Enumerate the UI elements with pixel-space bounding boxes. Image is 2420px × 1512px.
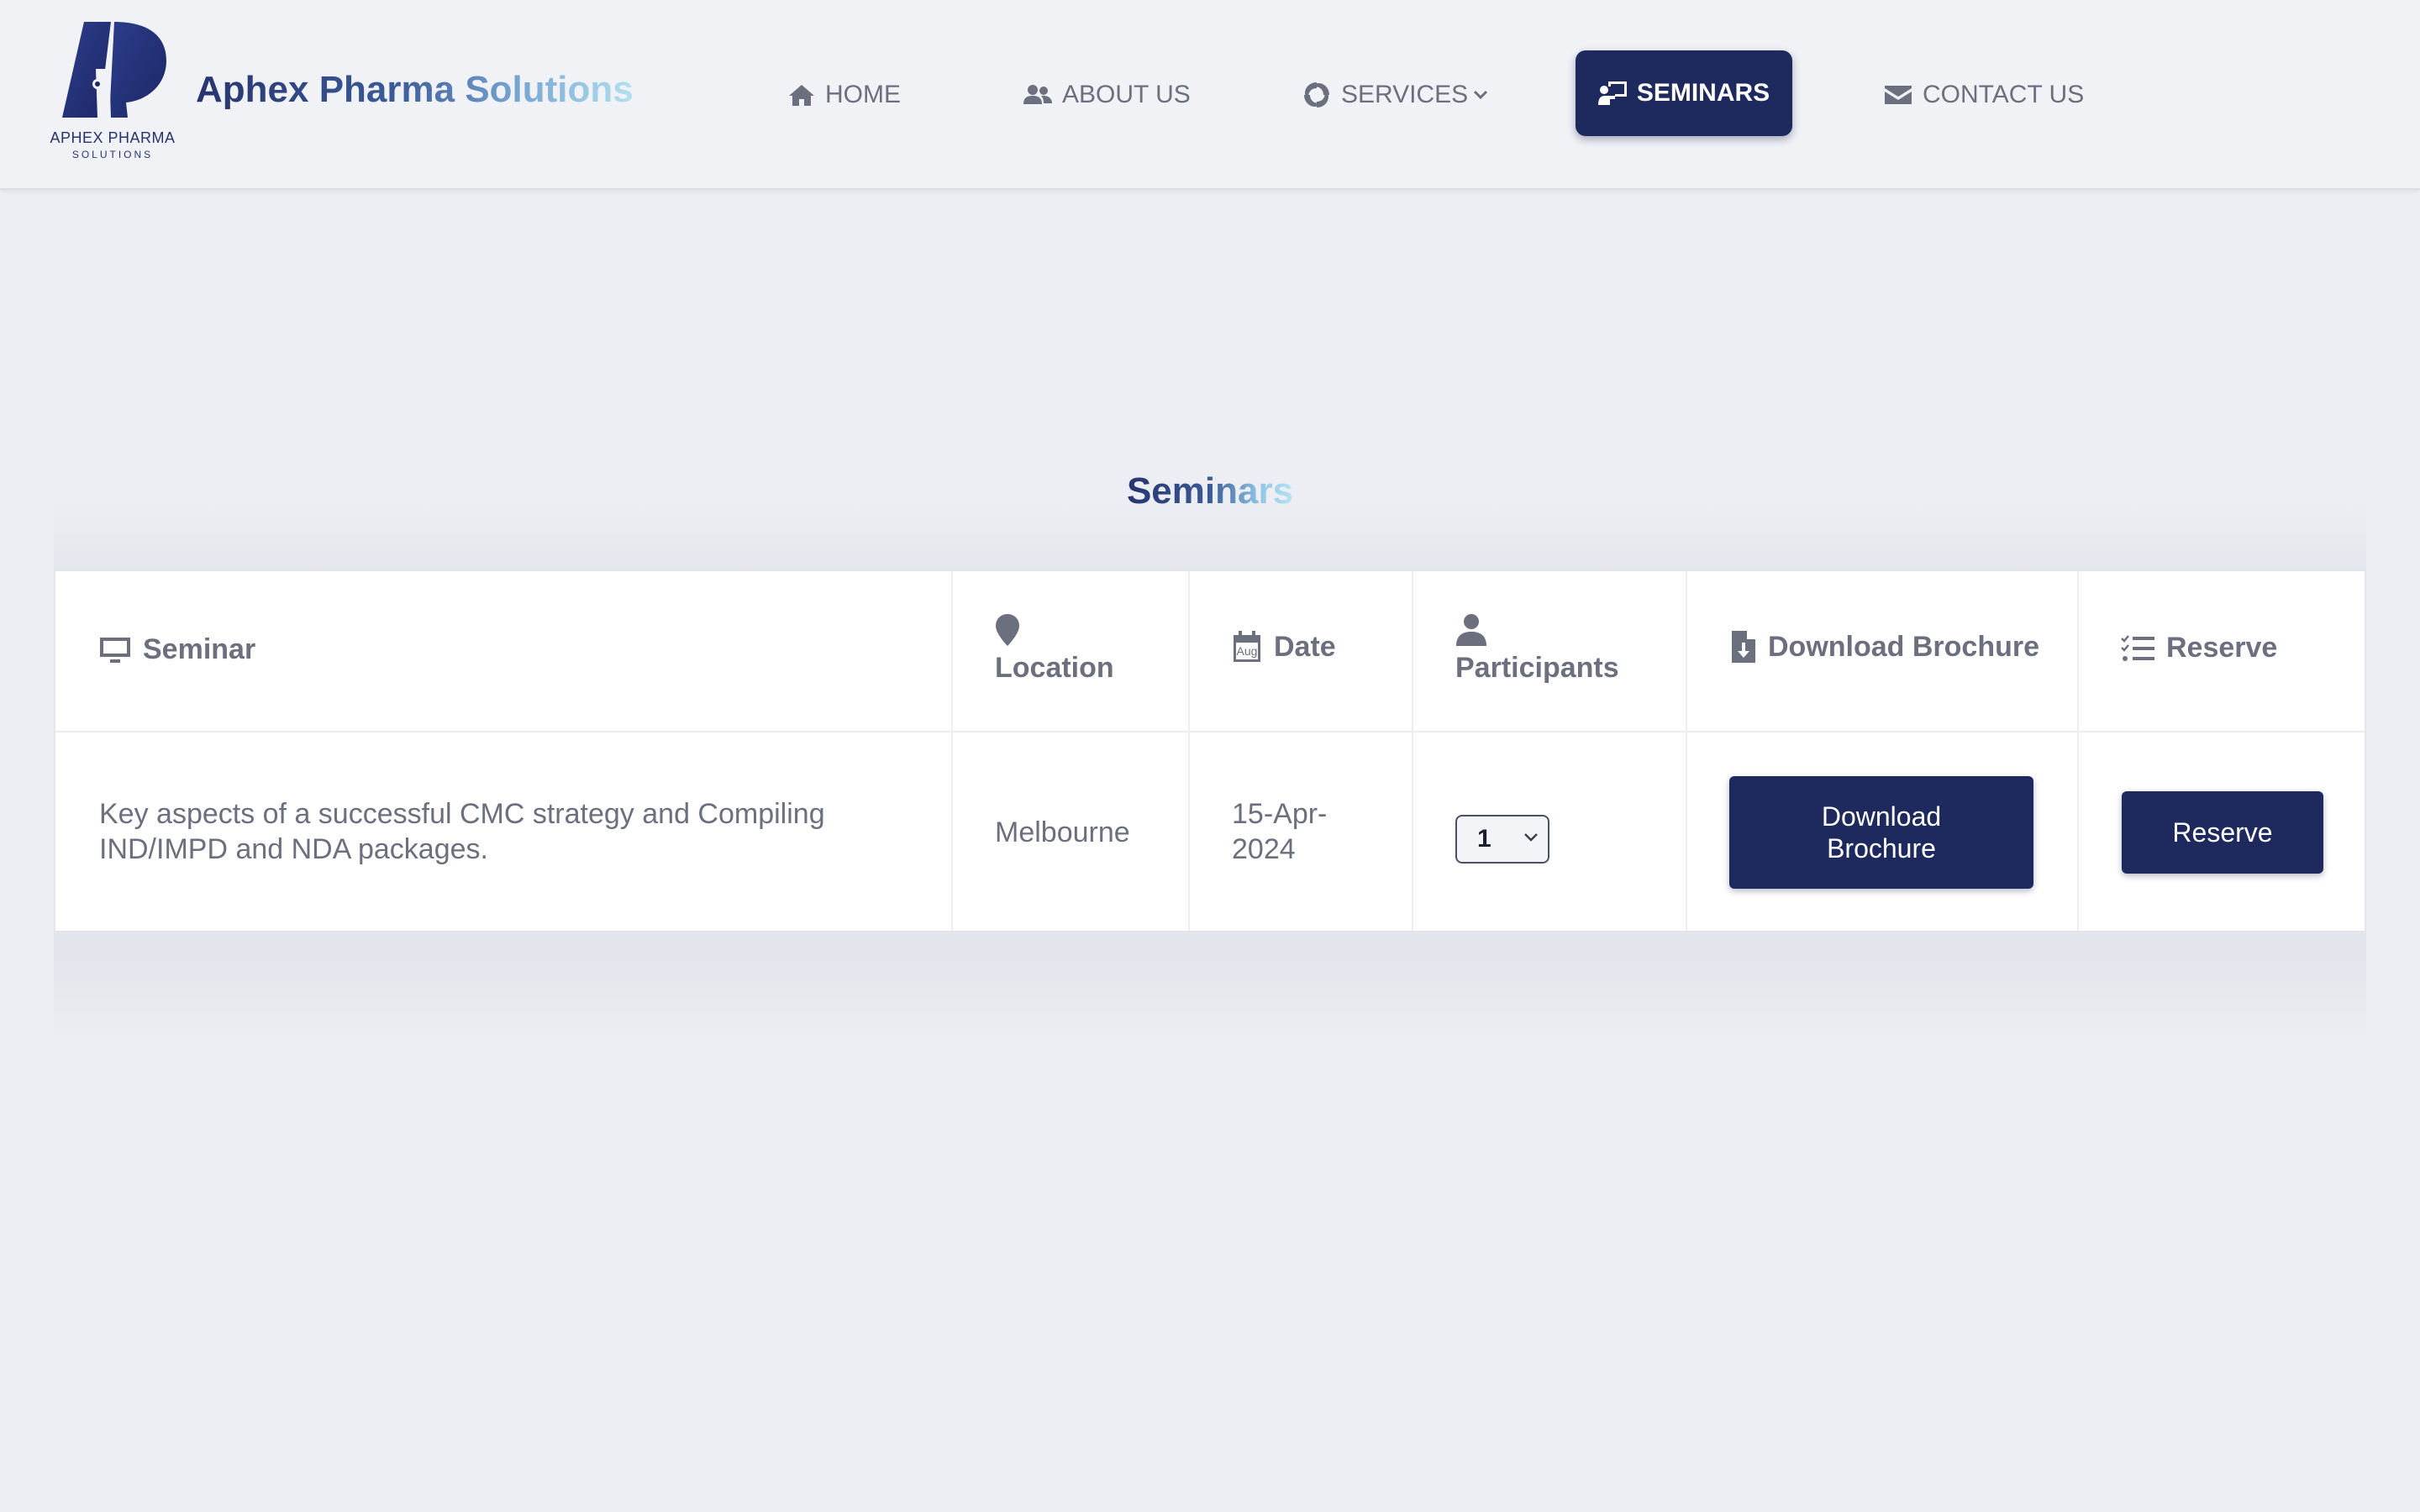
download-brochure-button-label: Download Brochure	[1821, 801, 1942, 864]
calendar-icon: Aug	[1232, 630, 1262, 664]
top-navbar: APHEX PHARMA SOLUTIONS Aphex Pharma Solu…	[0, 0, 2420, 190]
logo-subtext: SOLUTIONS	[71, 149, 154, 160]
file-download-icon	[1732, 631, 1755, 663]
header-location-label: Location	[995, 652, 1114, 684]
nav-services-label: SERVICES	[1341, 81, 1469, 108]
calendar-icon-label: Aug	[1236, 644, 1258, 658]
column-divider	[1412, 571, 1413, 931]
map-pin-icon	[996, 614, 1019, 646]
participants-select-value: 1	[1477, 825, 1491, 853]
chevron-down-icon	[1524, 833, 1538, 842]
envelope-icon	[1885, 86, 1912, 104]
participants-select[interactable]: 1	[1455, 815, 1549, 864]
nav-home[interactable]: HOME	[788, 74, 901, 116]
header-participants: Participants	[1455, 613, 1619, 685]
nav-seminars[interactable]: SEMINARS	[1576, 50, 1792, 136]
header-row-divider	[55, 731, 2365, 732]
ap-logo-icon	[62, 22, 166, 118]
header-seminar: Seminar	[99, 633, 255, 666]
header-participants-label: Participants	[1455, 652, 1619, 684]
users-icon	[1023, 85, 1052, 104]
nav-about-us[interactable]: ABOUT US	[1023, 74, 1191, 116]
nav-seminars-label: SEMINARS	[1636, 79, 1770, 107]
download-brochure-button[interactable]: Download Brochure	[1729, 776, 2033, 889]
monitor-icon	[100, 637, 130, 663]
nav-about-label: ABOUT US	[1062, 81, 1191, 108]
header-seminar-label: Seminar	[143, 633, 256, 665]
column-divider	[1686, 571, 1687, 931]
chevron-down-icon	[1474, 90, 1488, 100]
nav-services[interactable]: SERVICES	[1302, 74, 1488, 116]
seminar-title-cell: Key aspects of a successful CMC strategy…	[99, 798, 825, 865]
header-reserve-label: Reserve	[2166, 632, 2278, 664]
checklist-icon	[2121, 634, 2154, 661]
presentation-icon	[1597, 81, 1627, 105]
header-date-label: Date	[1274, 630, 1336, 663]
nav-home-label: HOME	[825, 81, 901, 108]
column-divider	[951, 571, 953, 931]
logo-text: APHEX PHARMA	[50, 129, 176, 146]
header-reserve: Reserve	[2121, 632, 2277, 664]
column-divider	[1188, 571, 1190, 931]
header-location: Location	[995, 613, 1114, 685]
brand-logo[interactable]: APHEX PHARMA SOLUTIONS	[47, 18, 178, 163]
location-cell: Melbourne	[995, 816, 1130, 848]
seminars-table: Seminar Location Aug Date Participants D…	[54, 570, 2366, 932]
reserve-button[interactable]: Reserve	[2122, 791, 2323, 874]
nav-contact-label: CONTACT US	[1923, 81, 2085, 108]
swirl-icon	[1304, 82, 1329, 108]
brand-name[interactable]: Aphex Pharma Solutions	[196, 69, 634, 111]
header-date: Aug Date	[1232, 630, 1336, 664]
user-icon	[1456, 614, 1486, 646]
home-icon	[789, 85, 814, 106]
column-divider	[2077, 571, 2079, 931]
reserve-button-label: Reserve	[2172, 817, 2273, 848]
header-download-label: Download Brochure	[1768, 630, 2040, 663]
nav-contact-us[interactable]: CONTACT US	[1884, 74, 2084, 116]
date-cell: 15-Apr-2024	[1232, 798, 1328, 865]
header-download-brochure: Download Brochure	[1731, 630, 2039, 664]
